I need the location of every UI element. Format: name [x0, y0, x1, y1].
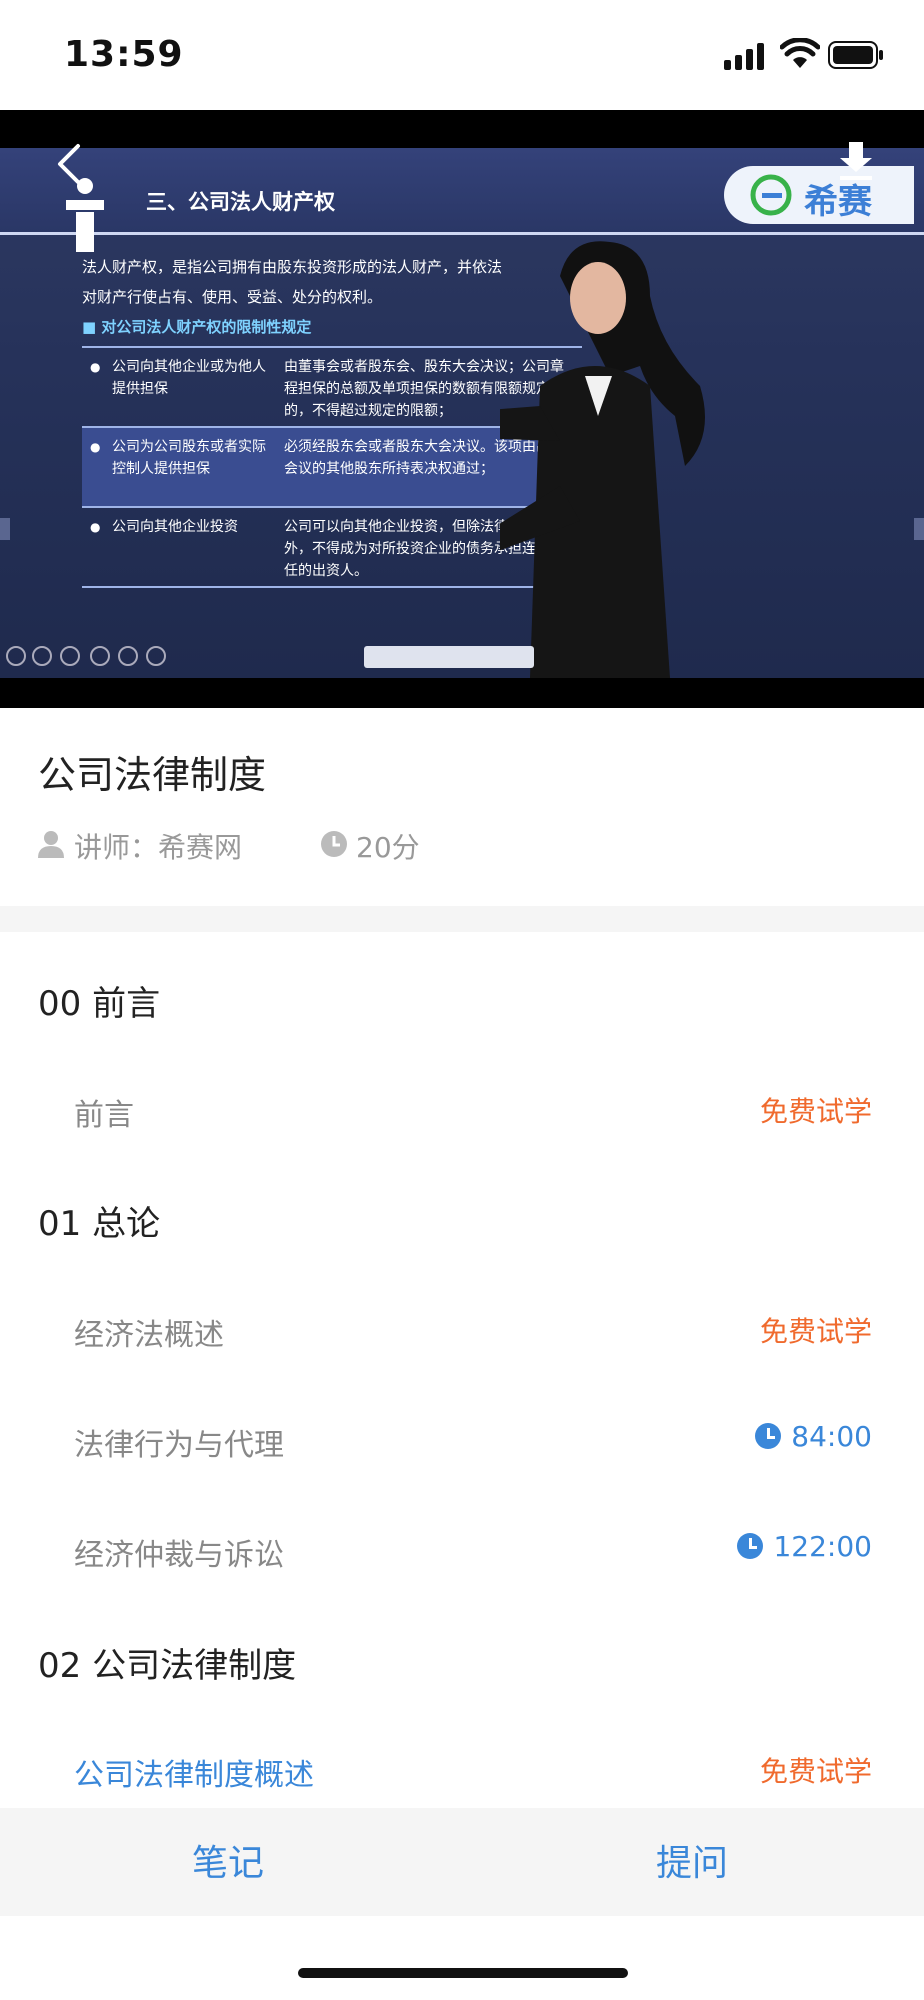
slide-left-arrow-icon: [0, 518, 10, 540]
battery-icon: [828, 41, 883, 69]
free-trial-badge[interactable]: 免费试学: [760, 1310, 872, 1350]
chapter-title: 02 公司法律制度: [38, 1646, 297, 1686]
clock-icon: [755, 1423, 782, 1449]
image-icon: [90, 646, 110, 666]
presenter-figure: [500, 241, 705, 678]
status-time: 13:59: [64, 34, 184, 75]
lesson-duration-text: 84:00: [791, 1420, 872, 1453]
slide-cell: 公司向其他企业或为他人提供担保: [90, 356, 272, 400]
pen-icon: [60, 646, 80, 666]
lesson-item[interactable]: 法律行为与代理: [74, 1420, 284, 1464]
podium-icon: [66, 178, 104, 252]
more-icon: [118, 646, 138, 666]
person-icon: [38, 831, 64, 858]
slide-prev-icon: [6, 646, 26, 666]
logo-e-icon: [750, 174, 792, 216]
free-trial-badge[interactable]: 免费试学: [760, 1750, 872, 1790]
lecturer-label: 讲师：希赛网: [74, 831, 243, 864]
download-icon[interactable]: [836, 138, 876, 182]
lesson-item[interactable]: 经济仲裁与诉讼: [74, 1530, 284, 1574]
xisai-logo: 希赛: [724, 166, 914, 224]
clock-icon: [321, 831, 347, 857]
annotation-tools: [364, 646, 534, 668]
wifi-icon: [780, 38, 820, 68]
slide-cell: 公司为公司股东或者实际控制人提供担保: [90, 436, 272, 480]
cellular-signal-icon: [724, 42, 766, 70]
slide-toolbar: [0, 646, 924, 672]
lesson-item[interactable]: 前言: [74, 1090, 134, 1134]
lesson-duration: 84:00: [755, 1420, 872, 1453]
free-trial-badge[interactable]: 免费试学: [760, 1090, 872, 1130]
lecture-slide: 三、公司法人财产权 希赛 法人财产权，是指公司拥有由股东投资形成的法人财产，并依…: [0, 148, 924, 678]
status-bar: 13:59: [0, 0, 924, 110]
ask-question-button[interactable]: 提问: [656, 1834, 728, 1886]
section-divider: [0, 906, 924, 932]
back-icon[interactable]: [50, 140, 90, 188]
duration-label: 20分: [356, 831, 420, 864]
chapter-title: 01 总论: [38, 1204, 161, 1244]
slide-next-icon: [32, 646, 52, 666]
settings-icon: [146, 646, 166, 666]
lesson-duration-text: 122:00: [773, 1530, 872, 1563]
home-indicator[interactable]: [298, 1968, 628, 1978]
bottom-action-bar: 笔记 提问: [0, 1808, 924, 1916]
course-title: 公司法律制度: [38, 753, 267, 797]
clock-icon: [737, 1533, 764, 1559]
slide-header: 三、公司法人财产权 希赛: [0, 148, 924, 252]
lesson-item-active[interactable]: 公司法律制度概述: [74, 1750, 314, 1794]
slide-title: 三、公司法人财产权: [146, 190, 335, 214]
slide-right-arrow-icon: [914, 518, 924, 540]
video-player[interactable]: 三、公司法人财产权 希赛 法人财产权，是指公司拥有由股东投资形成的法人财产，并依…: [0, 110, 924, 708]
lesson-item[interactable]: 经济法概述: [74, 1310, 224, 1354]
lesson-duration: 122:00: [737, 1530, 872, 1563]
slide-cell: 公司向其他企业投资: [90, 516, 272, 538]
chapter-title: 00 前言: [38, 984, 161, 1024]
notes-button[interactable]: 笔记: [192, 1834, 264, 1886]
